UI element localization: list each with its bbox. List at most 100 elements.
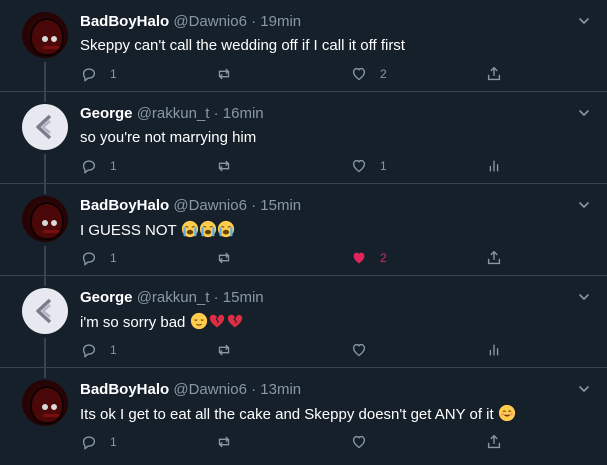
tweet: BadBoyHalo @Dawnio6 · 13min Its ok I get … bbox=[0, 368, 607, 460]
like-count: 1 bbox=[380, 159, 387, 173]
thread-connector-line bbox=[44, 338, 46, 368]
heart-icon bbox=[350, 433, 368, 451]
thread-connector-line bbox=[44, 154, 46, 184]
avatar[interactable] bbox=[22, 196, 68, 242]
tweet-actions: 12 bbox=[80, 64, 520, 84]
like-count: 2 bbox=[380, 251, 387, 265]
retweet-icon bbox=[215, 433, 233, 451]
chevron-down-icon[interactable] bbox=[577, 106, 591, 120]
user-handle[interactable]: @Dawnio6 bbox=[173, 13, 247, 30]
retweet-button[interactable] bbox=[215, 340, 245, 360]
timestamp[interactable]: 15min bbox=[223, 289, 264, 306]
separator-dot: · bbox=[251, 13, 257, 30]
loudly-crying-face-emoji bbox=[181, 220, 199, 244]
like-button[interactable]: 2 bbox=[350, 64, 387, 84]
reply-button[interactable]: 1 bbox=[80, 156, 117, 176]
chevron-down-icon[interactable] bbox=[577, 14, 591, 28]
avatar[interactable] bbox=[22, 104, 68, 150]
retweet-button[interactable] bbox=[215, 64, 245, 84]
like-button[interactable] bbox=[350, 432, 380, 452]
tweet-body: Skeppy can't call the wedding off if I c… bbox=[80, 37, 405, 54]
timestamp[interactable]: 13min bbox=[260, 381, 301, 398]
reply-icon bbox=[80, 433, 98, 451]
chevron-down-icon[interactable] bbox=[577, 290, 591, 304]
tweet-text: so you're not marrying him bbox=[80, 128, 256, 148]
share-icon bbox=[485, 433, 503, 451]
thread-connector-line bbox=[44, 246, 46, 276]
retweet-icon bbox=[215, 341, 233, 359]
tweet-body: i'm so sorry bad bbox=[80, 314, 186, 331]
reply-icon bbox=[80, 249, 98, 267]
user-handle[interactable]: @Dawnio6 bbox=[173, 197, 247, 214]
chevron-down-icon[interactable] bbox=[577, 198, 591, 212]
tweet-text: I GUESS NOT bbox=[80, 220, 235, 244]
display-name[interactable]: BadBoyHalo bbox=[80, 197, 169, 214]
display-name[interactable]: BadBoyHalo bbox=[80, 13, 169, 30]
broken-heart-emoji bbox=[208, 312, 226, 336]
avatar[interactable] bbox=[22, 12, 68, 58]
reply-button[interactable]: 1 bbox=[80, 340, 117, 360]
timestamp[interactable]: 16min bbox=[223, 105, 264, 122]
retweet-icon bbox=[215, 249, 233, 267]
chevron-down-icon[interactable] bbox=[577, 382, 591, 396]
tweet-header: George @rakkun_t · 15min bbox=[80, 288, 264, 308]
display-name[interactable]: George bbox=[80, 289, 133, 306]
share-button[interactable] bbox=[485, 64, 503, 84]
thread-connector-line bbox=[44, 276, 46, 286]
avatar[interactable] bbox=[22, 380, 68, 426]
tweet-actions: 11 bbox=[80, 156, 520, 176]
share-button[interactable] bbox=[485, 248, 503, 268]
tweet-body: so you're not marrying him bbox=[80, 129, 257, 146]
tweet: George @rakkun_t · 16min so you're not ma… bbox=[0, 92, 607, 184]
user-handle[interactable]: @rakkun_t bbox=[137, 289, 210, 306]
tweet: George @rakkun_t · 15min i'm so sorry bad… bbox=[0, 276, 607, 368]
timestamp[interactable]: 19min bbox=[260, 13, 301, 30]
display-name[interactable]: George bbox=[80, 105, 133, 122]
tweet-text: Its ok I get to eat all the cake and Ske… bbox=[80, 404, 516, 428]
tweet-actions: 1 bbox=[80, 432, 520, 452]
reply-button[interactable]: 1 bbox=[80, 248, 117, 268]
thread-connector-line bbox=[44, 368, 46, 378]
analytics-icon bbox=[485, 341, 503, 359]
analytics-icon bbox=[485, 157, 503, 175]
broken-heart-emoji bbox=[226, 312, 244, 336]
retweet-icon bbox=[215, 157, 233, 175]
heart-icon bbox=[350, 65, 368, 83]
separator-dot: · bbox=[213, 105, 219, 122]
retweet-button[interactable] bbox=[215, 156, 245, 176]
like-button[interactable]: 2 bbox=[350, 248, 387, 268]
tweet-thread: BadBoyHalo @Dawnio6 · 19min Skeppy can't … bbox=[0, 0, 607, 465]
analytics-button[interactable] bbox=[485, 340, 503, 360]
avatar[interactable] bbox=[22, 288, 68, 334]
reply-count: 1 bbox=[110, 159, 117, 173]
reply-count: 1 bbox=[110, 67, 117, 81]
thread-connector-line bbox=[44, 92, 46, 102]
share-icon bbox=[485, 65, 503, 83]
reply-count: 1 bbox=[110, 435, 117, 449]
retweet-button[interactable] bbox=[215, 432, 245, 452]
loudly-crying-face-emoji bbox=[199, 220, 217, 244]
tweet: BadBoyHalo @Dawnio6 · 15min I GUESS NOT 1… bbox=[0, 184, 607, 276]
reply-button[interactable]: 1 bbox=[80, 64, 117, 84]
display-name[interactable]: BadBoyHalo bbox=[80, 381, 169, 398]
reply-count: 1 bbox=[110, 343, 117, 357]
user-handle[interactable]: @rakkun_t bbox=[137, 105, 210, 122]
tweet-header: BadBoyHalo @Dawnio6 · 13min bbox=[80, 380, 301, 400]
thread-connector-line bbox=[44, 184, 46, 194]
separator-dot: · bbox=[213, 289, 219, 306]
timestamp[interactable]: 15min bbox=[260, 197, 301, 214]
like-button[interactable]: 1 bbox=[350, 156, 387, 176]
user-handle[interactable]: @Dawnio6 bbox=[173, 381, 247, 398]
relieved-face-emoji bbox=[190, 312, 208, 336]
heart-icon bbox=[350, 341, 368, 359]
share-button[interactable] bbox=[485, 432, 503, 452]
separator-dot: · bbox=[251, 381, 257, 398]
retweet-button[interactable] bbox=[215, 248, 245, 268]
like-count: 2 bbox=[380, 67, 387, 81]
reply-button[interactable]: 1 bbox=[80, 432, 117, 452]
tweet-header: George @rakkun_t · 16min bbox=[80, 104, 264, 124]
tweet-text: i'm so sorry bad bbox=[80, 312, 244, 336]
analytics-button[interactable] bbox=[485, 156, 503, 176]
share-icon bbox=[485, 249, 503, 267]
like-button[interactable] bbox=[350, 340, 380, 360]
